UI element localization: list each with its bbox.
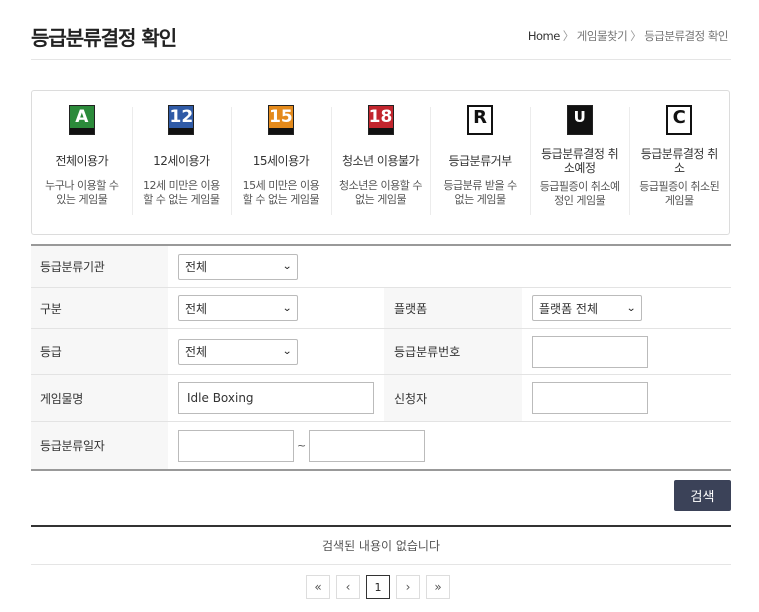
chevron-down-icon: ⌄ xyxy=(281,346,292,357)
result-message: 검색된 내용이 없습니다 xyxy=(31,525,731,565)
page-number-current[interactable]: 1 xyxy=(366,575,390,599)
rating-item-cancel-scheduled: U 등급분류결정 취소예정 등급필증이 취소예정인 게임물 xyxy=(529,105,630,234)
search-form: 등급분류기관 전체 ⌄ 구분 전체 ⌄ 플랫폼 플랫폼 전체 ⌄ 등급 전체 ⌄ 등급분… xyxy=(31,244,731,471)
rating-name: 전체이용가 xyxy=(55,153,109,168)
agency-label: 등급분류기관 xyxy=(31,246,168,287)
rating-description: 등급필증이 취소된 게임물 xyxy=(639,179,720,207)
rating-description: 등급필증이 취소예정인 게임물 xyxy=(539,179,620,207)
cancelled-rating-icon: C xyxy=(666,105,693,135)
title-divider xyxy=(31,59,731,60)
applicant-input[interactable] xyxy=(532,382,648,414)
rating-name: 등급분류결정 취소예정 xyxy=(541,147,619,176)
rating-item-12: 12 12세이용가 12세 미만은 이용할 수 없는 게임물 xyxy=(131,105,232,234)
rating-description: 등급분류 받을 수 없는 게임물 xyxy=(443,179,517,206)
youth-restricted-rating-icon: 18 xyxy=(367,105,394,135)
rating-item-15: 15 15세이용가 15세 미만은 이용할 수 없는 게임물 xyxy=(231,105,331,234)
rating-date-label: 등급분류일자 xyxy=(31,422,168,469)
rating-description: 청소년은 이용할 수 없는 게임물 xyxy=(339,179,422,206)
age-12-rating-icon: 12 xyxy=(168,105,195,135)
rating-description: 12세 미만은 이용할 수 없는 게임물 xyxy=(143,179,220,206)
grade-label: 등급 xyxy=(31,329,168,374)
form-row-date: 등급분류일자 ~ xyxy=(31,422,731,469)
rating-number-label: 등급분류번호 xyxy=(384,329,522,374)
prev-page-button[interactable]: ‹ xyxy=(336,575,360,599)
age-15-rating-icon: 15 xyxy=(267,105,294,135)
date-to-input[interactable] xyxy=(309,429,426,462)
platform-label: 플랫폼 xyxy=(384,288,522,328)
form-row-game: 게임물명 Idle Boxing 신청자 xyxy=(31,375,731,422)
breadcrumb-item-game-search[interactable]: 게임물찾기 xyxy=(577,29,628,43)
search-button[interactable]: 검색 xyxy=(674,480,731,511)
rating-name: 등급분류거부 xyxy=(448,153,512,168)
rating-name: 청소년 이용불가 xyxy=(341,153,420,168)
first-page-button[interactable]: « xyxy=(306,575,330,599)
pagination: « ‹ 1 › » xyxy=(306,575,450,599)
rating-item-cancelled: C 등급분류결정 취소 등급필증이 취소된 게임물 xyxy=(629,105,729,234)
rating-name: 15세이용가 xyxy=(252,153,310,168)
type-select[interactable]: 전체 ⌄ xyxy=(178,295,298,321)
form-row-type: 구분 전체 ⌄ 플랫폼 플랫폼 전체 ⌄ xyxy=(31,288,731,329)
rating-number-input[interactable] xyxy=(532,335,648,368)
chevron-right-icon: 〉 xyxy=(562,29,575,43)
applicant-label: 신청자 xyxy=(384,375,522,421)
game-name-input[interactable]: Idle Boxing xyxy=(178,382,374,414)
chevron-down-icon: ⌄ xyxy=(625,302,636,314)
rating-item-all: A 전체이용가 누구나 이용할 수 있는 게임물 xyxy=(32,105,132,234)
last-page-button[interactable]: » xyxy=(426,575,450,599)
form-row-grade: 등급 전체 ⌄ 등급분류번호 xyxy=(31,329,731,375)
type-label: 구분 xyxy=(31,288,168,328)
rating-item-refused: R 등급분류거부 등급분류 받을 수 없는 게임물 xyxy=(430,105,530,234)
breadcrumb-home[interactable]: Home xyxy=(528,29,560,43)
rating-name: 12세이용가 xyxy=(153,153,210,168)
platform-select[interactable]: 플랫폼 전체 ⌄ xyxy=(532,295,642,321)
rating-legend: A 전체이용가 누구나 이용할 수 있는 게임물 12 12세이용가 12세 미… xyxy=(31,90,730,235)
breadcrumb: Home 〉 게임물찾기 〉 등급분류결정 확인 xyxy=(528,28,729,44)
chevron-right-icon: 〉 xyxy=(630,29,642,43)
rating-description: 15세 미만은 이용할 수 없는 게임물 xyxy=(242,179,320,206)
refused-rating-icon: R xyxy=(467,105,494,135)
next-page-button[interactable]: › xyxy=(396,575,420,599)
rating-name: 등급분류결정 취소 xyxy=(640,147,719,176)
breadcrumb-item-current: 등급분류결정 확인 xyxy=(644,29,728,43)
date-from-input[interactable] xyxy=(178,429,294,462)
agency-select[interactable]: 전체 ⌄ xyxy=(178,253,298,280)
chevron-down-icon: ⌄ xyxy=(281,261,292,272)
grade-select[interactable]: 전체 ⌄ xyxy=(178,338,298,365)
cancel-scheduled-rating-icon: U xyxy=(566,105,593,135)
date-range-separator: ~ xyxy=(297,439,307,452)
page-title: 등급분류결정 확인 xyxy=(31,26,177,50)
form-row-agency: 등급분류기관 전체 ⌄ xyxy=(31,246,731,288)
all-ages-rating-icon: A xyxy=(68,105,95,135)
rating-item-18: 18 청소년 이용불가 청소년은 이용할 수 없는 게임물 xyxy=(330,105,431,234)
chevron-down-icon: ⌄ xyxy=(281,302,292,314)
game-name-label: 게임물명 xyxy=(31,375,168,421)
rating-description: 누구나 이용할 수 있는 게임물 xyxy=(45,179,119,206)
